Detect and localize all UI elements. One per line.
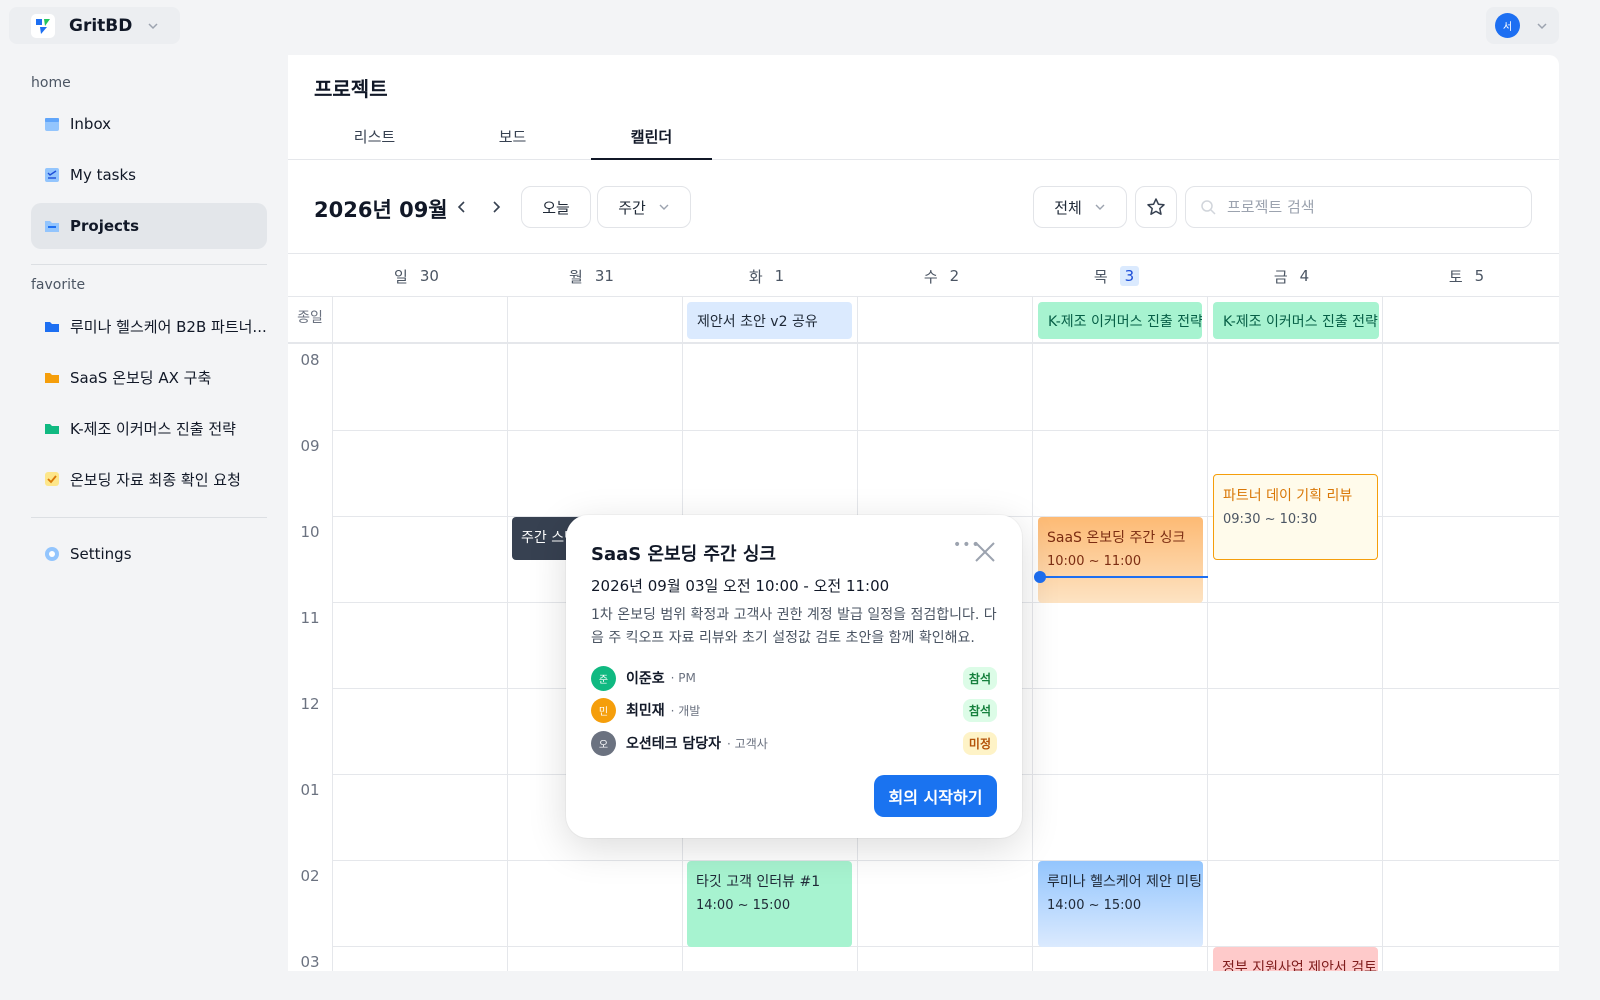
page-title: 프로젝트 [314,77,388,101]
status-badge: 참석 [962,698,997,722]
calendar-toolbar: 2026년 09월 오늘 주간 전체 [288,161,1559,254]
chevron-down-icon [1095,204,1105,210]
gear-icon [45,547,59,561]
project-search[interactable] [1185,186,1532,228]
sidebar-item-projects[interactable]: Projects [31,203,267,249]
folder-icon [45,424,59,434]
search-icon [1201,199,1216,215]
view-tabs: 리스트 보드 캘린더 [288,119,1559,160]
filter-select[interactable]: 전체 [1033,186,1127,228]
chevron-down-icon [659,204,669,210]
attendee-row: 오 오션테크 담당자 · 고객사 미정 [591,730,997,756]
hour-label: 03 [300,953,320,971]
favorite-button[interactable] [1135,186,1177,228]
calendar-event[interactable]: 타깃 고객 인터뷰 #1 14:00 ~ 15:00 [687,861,852,947]
day-header: 일 30 [394,267,439,286]
inbox-icon [45,118,59,131]
sidebar-favorite-item[interactable]: SaaS 온보딩 AX 구축 [31,354,267,400]
app-logo-icon [31,13,55,38]
chevron-down-icon [148,22,158,29]
calendar-event[interactable]: 루미나 헬스케어 제안 미팅 14:00 ~ 15:00 [1038,861,1203,947]
hour-line [332,430,1559,431]
chevron-down-icon [1537,22,1547,29]
tab-board[interactable]: 보드 [452,119,573,160]
close-icon[interactable] [973,540,997,564]
allday-row: 종일 제안서 초안 v2 공유 K-제조 이커머스 진출 전략 - K-제조 이… [288,297,1559,344]
hour-label: 10 [300,523,320,541]
avatar: 민 [591,697,616,723]
tab-calendar[interactable]: 캘린더 [591,119,712,160]
avatar: 오 [591,730,616,756]
view-select[interactable]: 주간 [597,186,691,228]
attendee-row: 준 이준호 · PM 참석 [591,665,997,691]
day-header: 수2 [923,267,960,286]
day-header-today: 목3 [1029,255,1204,297]
sidebar-section-home: home [31,75,71,91]
chevron-left-icon [457,201,465,213]
sidebar-favorite-item[interactable]: 온보딩 자료 최종 확인 요청 [31,456,267,502]
workspace-switcher[interactable]: GritBD [9,7,180,44]
column-line [1207,297,1208,971]
day-header: 토5 [1448,267,1485,286]
hour-line [332,860,1559,861]
sidebar-divider [31,517,267,518]
today-button[interactable]: 오늘 [521,186,591,228]
hour-label: 02 [300,867,320,885]
chevron-right-icon [493,201,501,213]
calendar-event[interactable]: 파트너 데이 기획 리뷰 09:30 ~ 10:30 [1213,474,1378,560]
sidebar-section-favorite: favorite [31,277,86,293]
sidebar-item-inbox[interactable]: Inbox [31,101,267,147]
event-title: SaaS 온보딩 주간 싱크 [591,544,776,565]
hour-label: 12 [300,695,320,713]
column-line [1032,297,1033,971]
calendar-event-selected[interactable]: SaaS 온보딩 주간 싱크 10:00 ~ 11:00 [1038,517,1203,603]
hour-label: 09 [300,437,320,455]
folder-icon [45,221,59,232]
sidebar-favorite-item[interactable]: 루미나 헬스케어 B2B 파트너... [31,303,267,349]
day-header: 화1 [748,267,785,286]
app-name: GritBD [69,15,133,36]
event-popover: SaaS 온보딩 주간 싱크 ••• 2026년 09월 03일 오전 10:0… [566,515,1022,838]
sidebar-divider [31,264,267,265]
current-month: 2026년 09월 [314,198,448,222]
prev-button[interactable] [452,197,472,217]
folder-icon [45,322,59,332]
allday-event[interactable]: 제안서 초안 v2 공유 [687,302,852,339]
status-badge: 참석 [962,666,997,690]
column-line [1382,297,1383,971]
calendar-event[interactable]: 정부 지원사업 제안서 검토 [1213,947,1378,971]
folder-icon [45,373,59,383]
hour-label: 01 [300,781,320,799]
attendee-row: 민 최민재 · 개발 참석 [591,697,997,723]
day-header: 월 31 [569,267,614,286]
hour-label: 11 [300,609,320,627]
current-time-line [1035,576,1208,578]
column-line [507,297,508,971]
column-line [332,297,333,971]
user-avatar: 서 [1495,13,1520,38]
tasks-icon [45,168,59,182]
avatar: 준 [591,665,616,691]
allday-event[interactable]: K-제조 이커머스 진출 전략 - [1213,302,1379,339]
sidebar-item-settings[interactable]: Settings [31,531,267,577]
star-icon [1147,198,1165,215]
sidebar: home Inbox My tasks Projects favorite 루미… [9,55,288,971]
current-time-dot [1034,571,1046,583]
tab-list[interactable]: 리스트 [314,119,435,160]
day-header: 금4 [1273,267,1310,286]
allday-label: 종일 [297,310,323,326]
sidebar-favorite-item[interactable]: K-제조 이커머스 진출 전략 [31,405,267,451]
status-badge: 미정 [962,731,997,755]
allday-event[interactable]: K-제조 이커머스 진출 전략 - [1038,302,1202,339]
search-input[interactable] [1227,198,1507,216]
day-header-row: 일 30 월 31 화1 수2 목3 금4 토5 [288,255,1559,297]
user-menu[interactable]: 서 [1486,7,1559,44]
event-description: 1차 온보딩 범위 확정과 고객사 권한 계정 발급 일정을 점검합니다. 다음… [591,607,997,646]
start-meeting-button[interactable]: 회의 시작하기 [874,775,997,817]
sidebar-item-my-tasks[interactable]: My tasks [31,152,267,198]
event-datetime: 2026년 09월 03일 오전 10:00 - 오전 11:00 [591,577,890,595]
hour-label: 08 [300,351,320,369]
next-button[interactable] [486,197,506,217]
checkbox-icon [45,472,59,486]
